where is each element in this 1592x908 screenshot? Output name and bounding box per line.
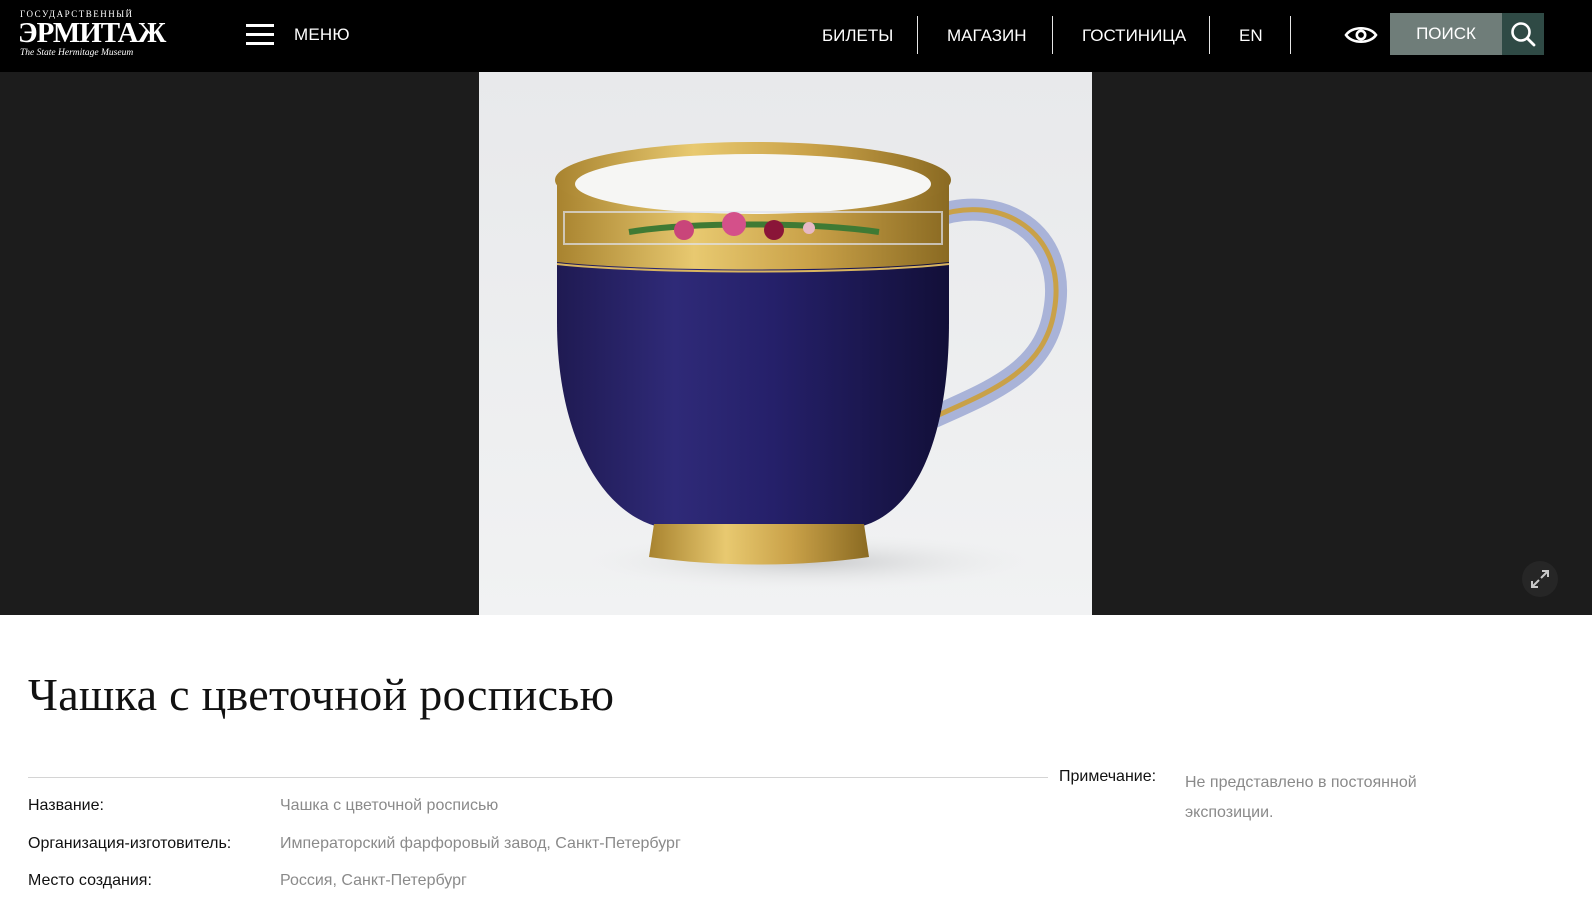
nav-language-en[interactable]: EN [1239, 26, 1263, 46]
nav-divider [1290, 16, 1291, 54]
nav-shop[interactable]: МАГАЗИН [947, 26, 1026, 46]
search-button[interactable]: ПОИСК [1390, 13, 1502, 55]
object-photo[interactable] [479, 72, 1092, 615]
search-submit-button[interactable] [1502, 13, 1544, 55]
nav-hotel[interactable]: ГОСТИНИЦА [1082, 26, 1186, 46]
image-viewer [0, 72, 1592, 615]
nav-divider [1052, 16, 1053, 54]
page-title: Чашка с цветочной росписью [28, 669, 615, 720]
detail-value: Чашка с цветочной росписью [280, 797, 499, 814]
note-label: Примечание: [1059, 768, 1157, 785]
expand-icon [1531, 570, 1549, 588]
divider [28, 777, 1048, 778]
detail-label: Место создания: [28, 872, 152, 889]
detail-value: Императорский фарфоровый завод, Санкт-Пе… [280, 835, 681, 852]
site-header: ГОСУДАРСТВЕННЫЙ ЭРМИТАЖ The State Hermit… [0, 0, 1592, 72]
eye-icon[interactable] [1344, 23, 1378, 47]
porcelain-cup-image [555, 142, 1067, 590]
nav-divider [1209, 16, 1210, 54]
detail-value: Россия, Санкт-Петербург [280, 872, 467, 890]
note-value: Не представлено в постоянной экспозиции. [1185, 774, 1417, 821]
nav-divider [917, 16, 918, 54]
nav-tickets[interactable]: БИЛЕТЫ [822, 26, 893, 46]
place-link-russia[interactable]: Россия [280, 872, 332, 889]
place-link-spb[interactable]: Санкт-Петербург [341, 872, 466, 889]
detail-label: Название: [28, 797, 104, 814]
detail-label: Организация-изготовитель: [28, 835, 232, 852]
search-icon [1511, 22, 1536, 47]
fullscreen-button[interactable] [1522, 561, 1558, 597]
